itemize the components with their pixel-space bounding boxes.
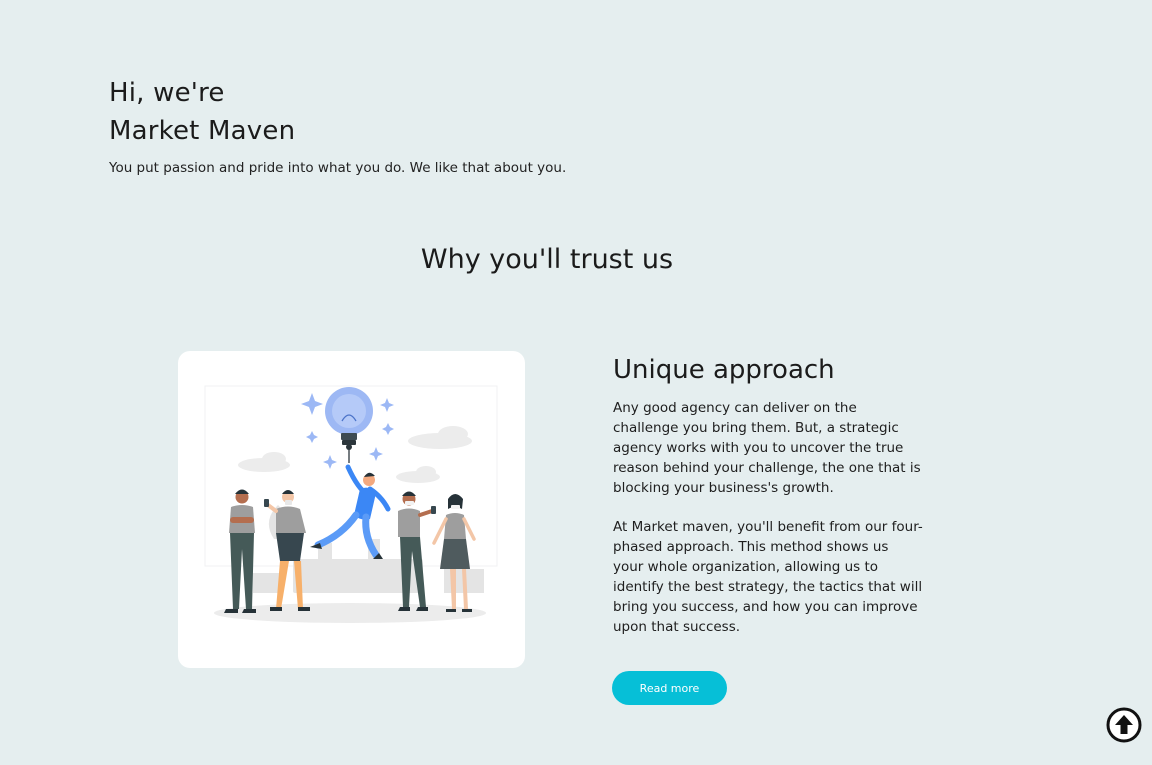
- hero-section: Hi, we're Market Maven You put passion a…: [109, 74, 566, 178]
- illustration-card: [178, 351, 525, 668]
- hero-heading-line2: Market Maven: [109, 116, 296, 146]
- feature-paragraph-1: Any good agency can deliver on the chall…: [613, 400, 921, 496]
- hero-heading: Hi, we're Market Maven: [109, 74, 566, 150]
- page: Hi, we're Market Maven You put passion a…: [0, 0, 1152, 765]
- scroll-to-top-button[interactable]: [1106, 707, 1142, 743]
- feature-title: Unique approach: [613, 355, 835, 385]
- team-lightbulb-illustration: [204, 385, 498, 623]
- feature-paragraph-2: At Market maven, you'll benefit from our…: [613, 519, 923, 635]
- feature-unique-approach: Unique approach Any good agency can deli…: [613, 352, 923, 637]
- trust-section-title: Why you'll trust us: [420, 244, 674, 275]
- read-more-button[interactable]: Read more: [612, 671, 727, 705]
- arrow-up-circle-icon: [1106, 707, 1142, 743]
- hero-heading-line1: Hi, we're: [109, 78, 225, 108]
- hero-tagline: You put passion and pride into what you …: [109, 160, 567, 176]
